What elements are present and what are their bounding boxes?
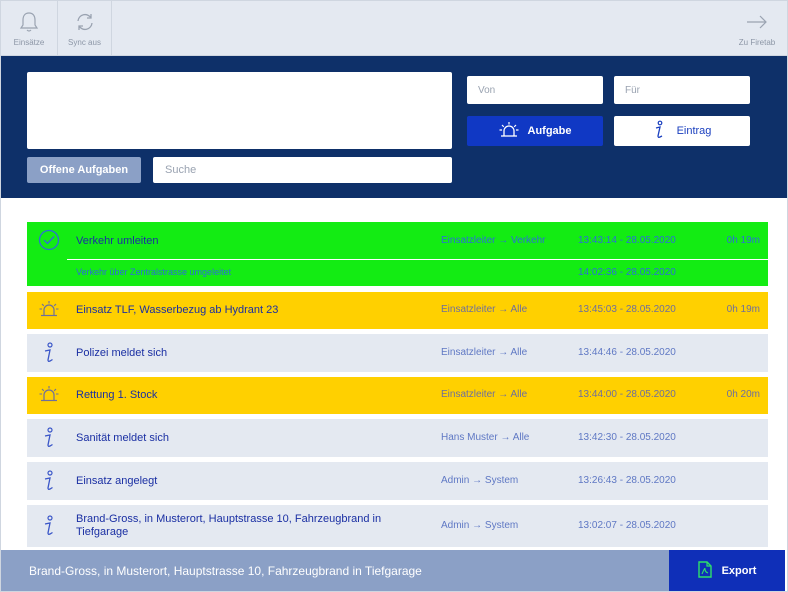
entry-route: Einsatzleiter → Alle	[441, 304, 528, 315]
entry-time: 13:44:00 - 28.05.2020	[578, 389, 676, 400]
list-item[interactable]: Sanität meldet sich Hans Muster → Alle 1…	[27, 419, 768, 457]
entry-time: 13:42:30 - 28.05.2020	[578, 432, 676, 443]
list-item[interactable]: Rettung 1. Stock Einsatzleiter → Alle 13…	[27, 377, 768, 414]
arrow-right-icon	[746, 11, 768, 33]
entry-time: 13:44:46 - 28.05.2020	[578, 347, 676, 358]
entry-title: Einsatz TLF, Wasserbezug ab Hydrant 23	[76, 304, 279, 316]
list-item[interactable]: Einsatz TLF, Wasserbezug ab Hydrant 23 E…	[27, 292, 768, 329]
sync-button[interactable]: Sync aus	[58, 1, 111, 56]
von-field[interactable]: Von	[467, 76, 603, 104]
info-icon	[38, 515, 60, 537]
export-label: Export	[721, 564, 757, 577]
entry-sub-text: Verkehr über Zentralstrasse umgeleitet	[76, 267, 232, 277]
entry-time: 13:43:14 - 28.05.2020	[578, 235, 676, 246]
row-divider	[67, 259, 768, 260]
entry-route: Einsatzleiter → Alle	[441, 389, 528, 400]
eintrag-label: Eintrag	[676, 125, 712, 137]
info-icon	[653, 120, 665, 143]
entry-route: Einsatzleiter → Alle	[441, 347, 528, 358]
entry-title: Brand-Gross, in Musterort, Hauptstrasse …	[76, 513, 382, 538]
export-button[interactable]: Export	[669, 550, 785, 591]
von-placeholder: Von	[478, 84, 496, 96]
entry-duration: 0h 19m	[726, 304, 760, 315]
aufgabe-button[interactable]: Aufgabe	[467, 116, 603, 146]
siren-icon	[38, 300, 60, 318]
entry-time: 13:02:07 - 28.05.2020	[578, 520, 676, 531]
eintrag-button[interactable]: Eintrag	[614, 116, 750, 146]
entry-route: Admin → System	[441, 520, 519, 531]
message-textarea[interactable]	[27, 72, 452, 149]
entry-duration: 0h 20m	[726, 389, 760, 400]
entry-title: Sanität meldet sich	[76, 432, 169, 444]
entry-route: Hans Muster → Alle	[441, 432, 530, 443]
list-item[interactable]: Polizei meldet sich Einsatzleiter → Alle…	[27, 334, 768, 372]
entry-time: 13:26:43 - 28.05.2020	[578, 475, 676, 486]
search-input[interactable]: Suche	[153, 157, 452, 183]
sync-icon	[74, 11, 96, 33]
list-item[interactable]: Brand-Gross, in Musterort, Hauptstrasse …	[27, 505, 768, 547]
info-icon	[38, 342, 60, 364]
firetab-button[interactable]: Zu Firetab	[731, 1, 783, 56]
entry-panel: Offene Aufgaben Suche Von Für Aufgabe Ei…	[1, 56, 787, 198]
app-window: Einsätze Sync aus Zu Firetab Offene Aufg…	[0, 0, 788, 592]
entry-route: Einsatzleiter → Verkehr	[441, 235, 546, 246]
list-item[interactable]: Einsatz angelegt Admin → System 13:26:43…	[27, 462, 768, 500]
bell-icon	[19, 11, 39, 33]
toolbar-divider	[111, 1, 112, 56]
entry-title: Verkehr umleiten	[76, 235, 159, 247]
entry-sub-time: 14:02:36 - 28.05.2020	[578, 267, 676, 278]
info-icon	[38, 470, 60, 492]
footer-bar: Brand-Gross, in Musterort, Hauptstrasse …	[1, 550, 787, 591]
aufgabe-label: Aufgabe	[527, 125, 572, 137]
einsaetze-label: Einsätze	[13, 37, 45, 47]
offene-aufgaben-button[interactable]: Offene Aufgaben	[27, 157, 141, 183]
entry-duration: 0h 19m	[726, 235, 760, 246]
check-circle-icon	[38, 229, 60, 251]
list-item[interactable]: Verkehr umleiten Einsatzleiter → Verkehr…	[27, 222, 768, 286]
top-toolbar: Einsätze Sync aus Zu Firetab	[1, 1, 787, 56]
sync-label: Sync aus	[68, 37, 101, 47]
pdf-file-icon	[697, 560, 712, 581]
fuer-field[interactable]: Für	[614, 76, 750, 104]
einsaetze-button[interactable]: Einsätze	[1, 1, 57, 56]
info-icon	[38, 427, 60, 449]
siren-icon	[38, 385, 60, 403]
firetab-label: Zu Firetab	[738, 37, 776, 47]
siren-icon	[499, 121, 519, 141]
entry-time: 13:45:03 - 28.05.2020	[578, 304, 676, 315]
search-placeholder: Suche	[165, 164, 197, 176]
entry-title: Polizei meldet sich	[76, 347, 168, 359]
entry-title: Rettung 1. Stock	[76, 389, 158, 401]
entry-title: Einsatz angelegt	[76, 475, 158, 487]
fuer-placeholder: Für	[625, 84, 640, 96]
entry-route: Admin → System	[441, 475, 519, 486]
incident-title: Brand-Gross, in Musterort, Hauptstrasse …	[1, 550, 669, 591]
